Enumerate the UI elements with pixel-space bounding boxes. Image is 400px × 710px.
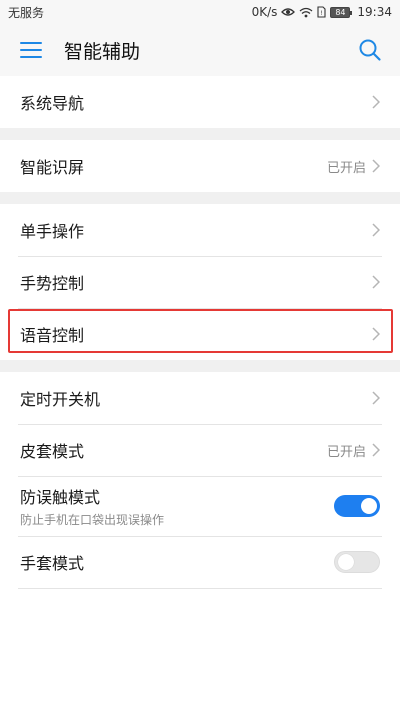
setting-label: 智能识屏 xyxy=(20,158,85,177)
eye-icon xyxy=(281,8,296,16)
chevron-right-icon xyxy=(372,275,380,289)
sim-icon: ! xyxy=(317,6,326,18)
setting-glove-mode: 手套模式 xyxy=(0,536,400,588)
svg-text:!: ! xyxy=(321,10,323,17)
page-title: 智能辅助 xyxy=(64,40,141,63)
status-icons: 0K/s ! 84 19:34 xyxy=(252,5,392,19)
chevron-right-icon xyxy=(372,391,380,405)
clock: 19:34 xyxy=(357,5,392,19)
setting-label: 单手操作 xyxy=(20,222,85,241)
section-divider xyxy=(0,128,400,140)
glove-mode-toggle[interactable] xyxy=(334,551,380,573)
section-divider xyxy=(0,360,400,372)
settings-group-device: 定时开关机 皮套模式 已开启 防误触模式 防止手机在口袋出现误操作 手套模式 xyxy=(0,372,400,710)
wifi-icon xyxy=(299,7,313,17)
setting-label: 系统导航 xyxy=(20,94,85,113)
chevron-right-icon xyxy=(372,95,380,109)
app-bar: 智能辅助 xyxy=(0,24,400,76)
setting-label: 皮套模式 xyxy=(20,442,85,461)
battery-level: 84 xyxy=(335,7,346,17)
status-bar: 无服务 0K/s ! 84 19:34 xyxy=(0,0,400,24)
setting-smart-screen-recognition[interactable]: 智能识屏 已开启 xyxy=(0,140,400,192)
search-icon[interactable] xyxy=(358,38,382,62)
carrier-text: 无服务 xyxy=(8,5,45,20)
setting-cover-mode[interactable]: 皮套模式 已开启 xyxy=(0,424,400,476)
setting-one-hand-mode[interactable]: 单手操作 xyxy=(0,204,400,256)
settings-group-controls: 单手操作 手势控制 语音控制 xyxy=(0,204,400,360)
menu-icon[interactable] xyxy=(20,42,42,58)
chevron-right-icon xyxy=(372,159,380,173)
setting-label: 手套模式 xyxy=(20,554,85,573)
settings-group-screen-recognition: 智能识屏 已开启 xyxy=(0,140,400,192)
status-text: 已开启 xyxy=(326,444,366,460)
chevron-right-icon xyxy=(372,443,380,457)
setting-label: 手势控制 xyxy=(20,274,85,293)
section-divider xyxy=(0,192,400,204)
settings-group-navigation: 系统导航 xyxy=(0,76,400,128)
accidental-touch-toggle[interactable] xyxy=(334,495,380,517)
chevron-right-icon xyxy=(372,223,380,237)
empty-area xyxy=(0,588,400,710)
setting-label: 定时开关机 xyxy=(20,390,101,409)
setting-gesture-control[interactable]: 手势控制 xyxy=(0,256,400,308)
setting-accidental-touch: 防误触模式 防止手机在口袋出现误操作 xyxy=(0,476,400,536)
setting-label: 语音控制 xyxy=(20,326,85,345)
setting-system-navigation[interactable]: 系统导航 xyxy=(0,76,400,128)
setting-subtitle: 防止手机在口袋出现误操作 xyxy=(20,513,165,527)
battery-icon: 84 xyxy=(330,6,353,18)
network-speed: 0K/s xyxy=(251,5,278,19)
setting-scheduled-power[interactable]: 定时开关机 xyxy=(0,372,400,424)
chevron-right-icon xyxy=(372,327,380,341)
setting-label: 防误触模式 xyxy=(20,488,101,507)
setting-voice-control[interactable]: 语音控制 xyxy=(0,308,400,360)
status-text: 已开启 xyxy=(326,160,366,176)
